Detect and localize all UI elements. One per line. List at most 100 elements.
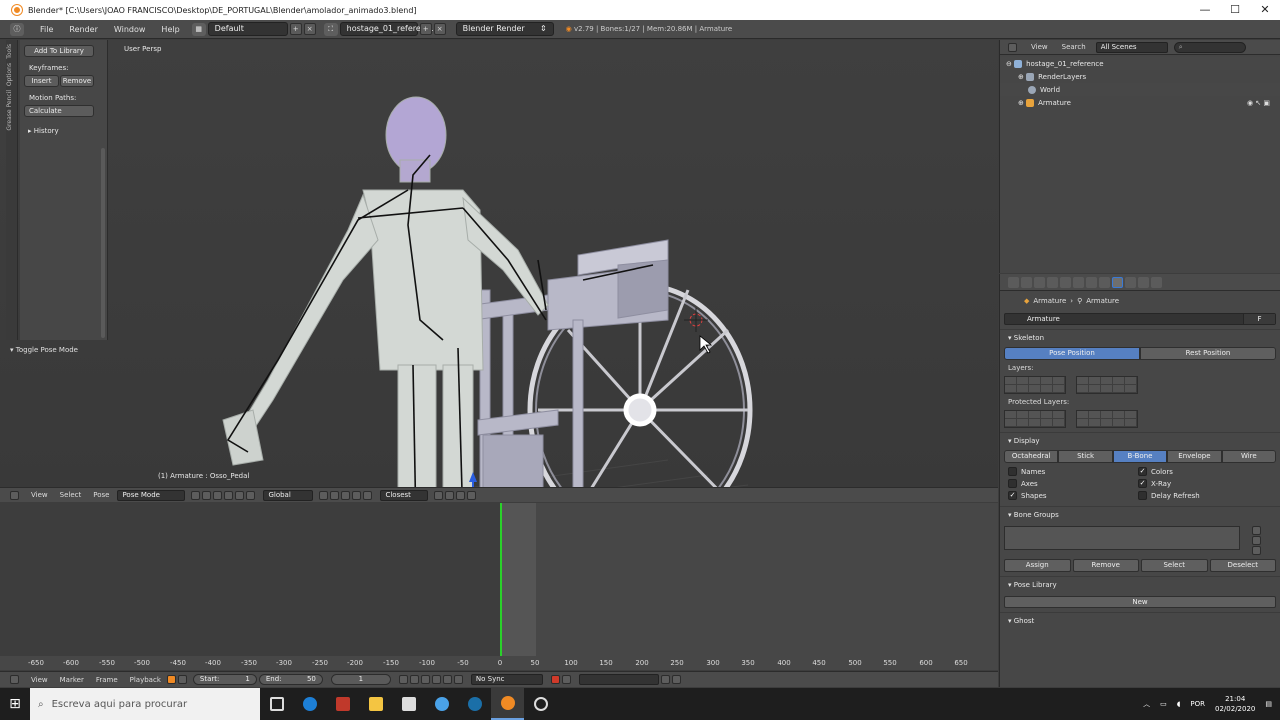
tab-options[interactable]: Options xyxy=(6,63,13,86)
protected-grid-right[interactable] xyxy=(1076,410,1138,428)
task-view-icon[interactable] xyxy=(260,688,293,720)
scale-icon[interactable] xyxy=(246,490,256,500)
remove-layout-icon[interactable]: × xyxy=(303,23,316,35)
octahedral-button[interactable]: Octahedral xyxy=(1004,450,1059,463)
scene-icon[interactable]: ⛶ xyxy=(323,22,338,36)
render-engine-dropdown[interactable]: Blender Render ⇕ xyxy=(455,22,554,36)
bone-groups-panel-header[interactable]: ▾ Bone Groups xyxy=(1000,506,1280,522)
play-icon[interactable] xyxy=(431,675,441,684)
network-icon[interactable]: ▭ xyxy=(1160,700,1167,708)
editor-type-icon[interactable]: ⓘ xyxy=(10,22,24,36)
timeline-area[interactable] xyxy=(0,503,998,670)
editor-type-icon[interactable] xyxy=(1008,42,1017,52)
next-keyframe-icon[interactable] xyxy=(442,675,452,684)
delay-refresh-checkbox[interactable]: Delay Refresh xyxy=(1138,491,1268,500)
pose-position-button[interactable]: Pose Position xyxy=(1004,347,1140,360)
armature-name-field[interactable]: Armature F xyxy=(1004,313,1276,325)
calculate-button[interactable]: Calculate xyxy=(24,105,94,117)
manipulator-icon[interactable] xyxy=(213,490,223,500)
outliner-menu-search[interactable]: Search xyxy=(1062,43,1086,51)
remove-scene-icon[interactable]: × xyxy=(433,23,446,35)
remove-keyframe-button[interactable]: Remove xyxy=(60,75,94,87)
obs-icon[interactable] xyxy=(524,688,557,720)
add-group-icon[interactable] xyxy=(1252,526,1261,535)
assign-button[interactable]: Assign xyxy=(1004,559,1071,572)
start-frame-field[interactable]: Start: 1 xyxy=(192,674,257,685)
edge-icon[interactable] xyxy=(293,688,326,720)
names-checkbox[interactable]: Names xyxy=(1008,467,1138,476)
xray-checkbox[interactable]: ✓ X-Ray xyxy=(1138,479,1268,488)
breadcrumb-data[interactable]: Armature xyxy=(1086,297,1119,305)
bone-layers[interactable] xyxy=(1004,376,1276,394)
pivot-icon[interactable] xyxy=(202,490,212,500)
tab-grease-pencil[interactable]: Grease Pencil xyxy=(6,90,13,131)
copy-pose-icon[interactable] xyxy=(456,490,466,500)
envelope-button[interactable]: Envelope xyxy=(1167,450,1222,463)
blender-taskbar-icon[interactable] xyxy=(491,688,524,720)
render-layers-tab-icon[interactable] xyxy=(1034,276,1045,288)
bone-constraints-tab-icon[interactable] xyxy=(1138,276,1149,288)
insert-keyframe-icon[interactable] xyxy=(660,675,670,684)
layers-icon[interactable] xyxy=(330,490,340,500)
menu-help[interactable]: Help xyxy=(161,25,179,34)
menu-window[interactable]: Window xyxy=(114,25,146,34)
history-panel-header[interactable]: ▸ History xyxy=(28,127,59,135)
remove-group-icon[interactable] xyxy=(1252,536,1261,545)
tab-tools[interactable]: Tools xyxy=(6,44,13,59)
expand-icon[interactable]: ⊕ xyxy=(1018,99,1026,107)
world-tab-icon[interactable] xyxy=(1060,276,1071,288)
orientation-dropdown[interactable]: Global xyxy=(263,489,314,501)
select-button[interactable]: Select xyxy=(1141,559,1208,572)
outliner-menu-view[interactable]: View xyxy=(1031,43,1048,51)
expand-icon[interactable]: ⊖ xyxy=(1006,60,1014,68)
colors-checkbox[interactable]: ✓ Colors xyxy=(1138,467,1268,476)
breadcrumb-object[interactable]: Armature xyxy=(1033,297,1066,305)
keyboard-language[interactable]: POR xyxy=(1190,700,1205,708)
remove-button[interactable]: Remove xyxy=(1072,559,1139,572)
bbone-button[interactable]: B-Bone xyxy=(1112,450,1168,463)
record-icon[interactable] xyxy=(550,675,560,684)
close-button[interactable]: ✕ xyxy=(1250,0,1280,20)
tree-item-renderlayers[interactable]: ⊕ RenderLayers xyxy=(1000,70,1280,83)
menu-view[interactable]: View xyxy=(31,676,48,684)
pose-library-panel-header[interactable]: ▾ Pose Library xyxy=(1000,576,1280,592)
protected-grid-left[interactable] xyxy=(1004,410,1066,428)
texture-tab-icon[interactable] xyxy=(1151,276,1162,288)
rotate-icon[interactable] xyxy=(235,490,245,500)
menu-frame[interactable]: Frame xyxy=(96,676,118,684)
add-to-library-button[interactable]: Add To Library xyxy=(24,45,94,57)
rest-position-button[interactable]: Rest Position xyxy=(1140,347,1276,360)
constraints-tab-icon[interactable] xyxy=(1086,276,1097,288)
toggle-pose-mode-panel[interactable]: ▾ Toggle Pose Mode xyxy=(10,346,78,354)
tree-item-armature[interactable]: ⊕ Armature ◉ ↖ ▣ xyxy=(1000,96,1280,109)
lock-icon[interactable] xyxy=(352,490,362,500)
snap-target-dropdown[interactable]: Closest xyxy=(380,489,429,501)
layer-grid-right[interactable] xyxy=(1076,376,1138,394)
add-layout-icon[interactable]: + xyxy=(289,23,302,35)
tree-item-world[interactable]: World xyxy=(1000,83,1280,96)
group-menu-icon[interactable] xyxy=(1252,546,1261,555)
play-reverse-icon[interactable] xyxy=(420,675,430,684)
jump-end-icon[interactable] xyxy=(453,675,463,684)
mode-dropdown[interactable]: Pose Mode xyxy=(117,489,186,501)
opengl-anim-icon[interactable] xyxy=(445,490,455,500)
display-panel-header[interactable]: ▾ Display xyxy=(1000,432,1280,448)
chrome-icon[interactable] xyxy=(425,688,458,720)
layout-grid-icon[interactable]: ▦ xyxy=(191,22,206,36)
lock-range-icon[interactable] xyxy=(177,675,187,684)
wire-button[interactable]: Wire xyxy=(1221,450,1277,463)
protected-layers[interactable] xyxy=(1004,410,1276,428)
scene-dropdown[interactable]: hostage_01_referen... xyxy=(339,22,434,36)
visibility-eye-icon[interactable]: ◉ ↖ ▣ xyxy=(1247,99,1270,107)
expand-icon[interactable]: ⊕ xyxy=(1018,73,1026,81)
menu-file[interactable]: File xyxy=(40,25,53,34)
windows-start-icon[interactable]: ⊞ xyxy=(0,688,30,720)
minimize-button[interactable]: — xyxy=(1190,0,1220,20)
paste-pose-icon[interactable] xyxy=(467,490,477,500)
armature-data-tab-icon[interactable] xyxy=(1112,276,1123,288)
steam-icon[interactable] xyxy=(458,688,491,720)
deselect-button[interactable]: Deselect xyxy=(1209,559,1276,572)
ghost-panel-header[interactable]: ▾ Ghost xyxy=(1000,612,1280,628)
layer-grid-left[interactable] xyxy=(1004,376,1066,394)
jump-start-icon[interactable] xyxy=(398,675,408,684)
